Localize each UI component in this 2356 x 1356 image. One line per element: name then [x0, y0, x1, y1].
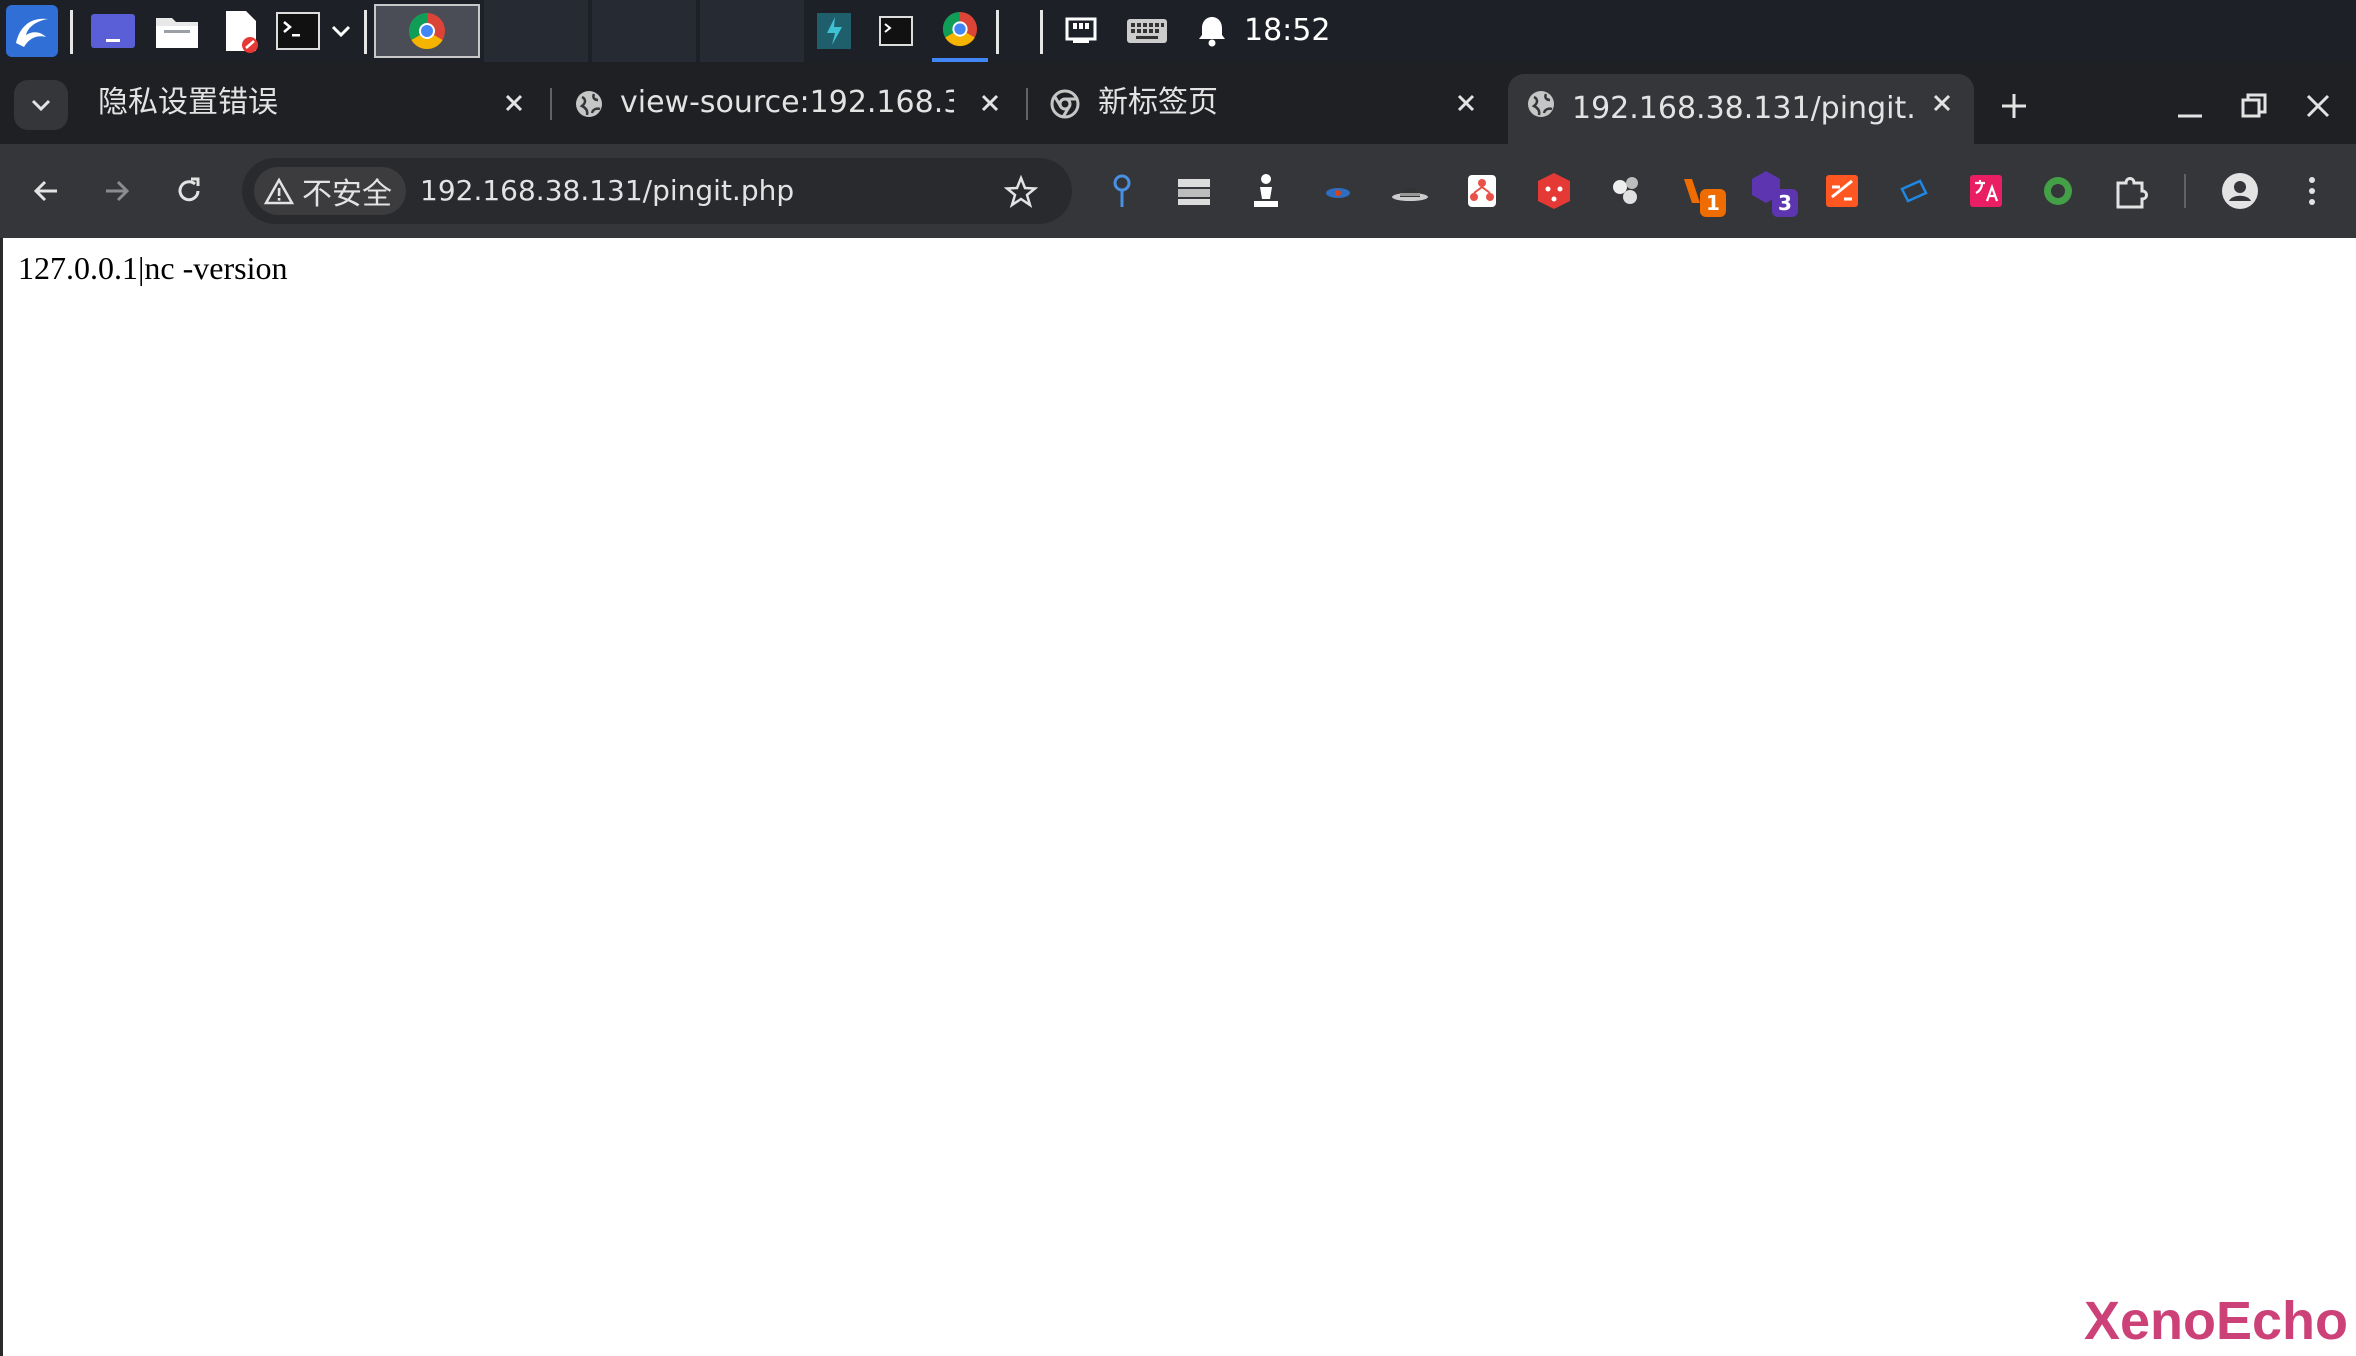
- hackbar-extension-icon[interactable]: [1818, 167, 1866, 215]
- toolbar: 不安全 192.168.38.131/pingit.php 1 3: [0, 144, 2356, 238]
- url-text[interactable]: 192.168.38.131/pingit.php: [420, 158, 794, 224]
- chrome-icon[interactable]: [932, 0, 988, 62]
- chess-pawn-extension-icon[interactable]: [1242, 167, 1290, 215]
- chrome-icon: [1050, 89, 1080, 119]
- burpsuite-icon[interactable]: [810, 0, 858, 62]
- menu-dots-icon[interactable]: [2288, 167, 2336, 215]
- chrome-window-button[interactable]: [374, 4, 480, 58]
- puzzle-icon[interactable]: [2108, 167, 2156, 215]
- eye-extension-icon[interactable]: [1314, 167, 1362, 215]
- globe-icon: [576, 91, 602, 117]
- workspace-icon[interactable]: [88, 0, 138, 62]
- page-output-text: 127.0.0.1|nc -version: [18, 250, 288, 286]
- terminal-icon[interactable]: [274, 0, 322, 62]
- extension-badge: 1: [1700, 189, 1726, 217]
- taskbar: 18:52: [0, 0, 2356, 62]
- arrow-right-icon: [106, 180, 130, 202]
- tab-title: view-source:192.168.38.1: [620, 85, 954, 120]
- new-tab-icon[interactable]: [1996, 88, 2032, 124]
- close-icon[interactable]: [1926, 87, 1958, 119]
- bell-icon[interactable]: [1192, 0, 1232, 62]
- tab-pingit[interactable]: 192.168.38.131/pingit.php: [1508, 74, 1974, 144]
- clock: 18:52: [1244, 13, 1331, 48]
- dice-extension-icon[interactable]: [1530, 167, 1578, 215]
- security-label: 不安全: [302, 177, 392, 212]
- extension-badge: 3: [1772, 189, 1798, 217]
- tab-title: 新标签页: [1098, 85, 1218, 120]
- back-button[interactable]: [15, 160, 77, 222]
- terminal-icon[interactable]: [872, 0, 920, 62]
- translate-extension-icon[interactable]: [1962, 167, 2010, 215]
- profile-avatar-icon[interactable]: [2216, 167, 2264, 215]
- wappalyzer-extension[interactable]: 1: [1674, 167, 1726, 217]
- cluster-extension-icon[interactable]: [1602, 167, 1650, 215]
- network-icon[interactable]: [1060, 0, 1102, 62]
- window-slot[interactable]: [592, 0, 696, 62]
- page-content: 127.0.0.1|nc -version XenoEcho: [0, 238, 2356, 1356]
- forward-button[interactable]: [86, 160, 148, 222]
- tab-search-button[interactable]: [14, 80, 68, 130]
- pin-extension-icon[interactable]: [1098, 167, 1146, 215]
- reload-icon: [178, 177, 200, 202]
- warning-icon: [264, 177, 294, 205]
- hexagon-extension[interactable]: 3: [1746, 167, 1798, 217]
- close-icon[interactable]: [1450, 87, 1482, 119]
- window-slot[interactable]: [484, 0, 588, 62]
- address-bar[interactable]: 不安全 192.168.38.131/pingit.php: [242, 158, 1072, 224]
- restore-icon[interactable]: [2236, 88, 2272, 124]
- reload-button[interactable]: [158, 160, 220, 222]
- close-window-icon[interactable]: [2300, 88, 2336, 124]
- chevron-down-icon: [31, 99, 51, 112]
- ring-extension-icon[interactable]: [2034, 167, 2082, 215]
- watermark: XenoEcho: [2083, 1291, 2348, 1351]
- keyboard-icon[interactable]: [1124, 0, 1170, 62]
- minimize-icon[interactable]: [2172, 88, 2208, 124]
- bookmark-star-icon[interactable]: [1004, 175, 1038, 209]
- tab-title: 隐私设置错误: [98, 85, 278, 120]
- tab-title: 192.168.38.131/pingit.php: [1572, 91, 1916, 126]
- close-icon[interactable]: [974, 87, 1006, 119]
- file-manager-icon[interactable]: [152, 0, 202, 62]
- shield-extension-icon[interactable]: [1890, 167, 1938, 215]
- stack-extension-icon[interactable]: [1170, 167, 1218, 215]
- chrome-icon: [408, 12, 445, 50]
- kali-menu-icon[interactable]: [4, 0, 60, 62]
- chevron-down-icon[interactable]: [326, 0, 356, 62]
- window-slot[interactable]: [700, 0, 804, 62]
- globe-icon: [1528, 91, 1554, 117]
- hat-extension-icon[interactable]: [1386, 167, 1434, 215]
- text-editor-icon[interactable]: [216, 0, 266, 62]
- arrow-left-icon: [33, 180, 57, 202]
- security-chip[interactable]: 不安全: [254, 167, 406, 215]
- network-extension-icon[interactable]: [1458, 167, 1506, 215]
- close-icon[interactable]: [498, 87, 530, 119]
